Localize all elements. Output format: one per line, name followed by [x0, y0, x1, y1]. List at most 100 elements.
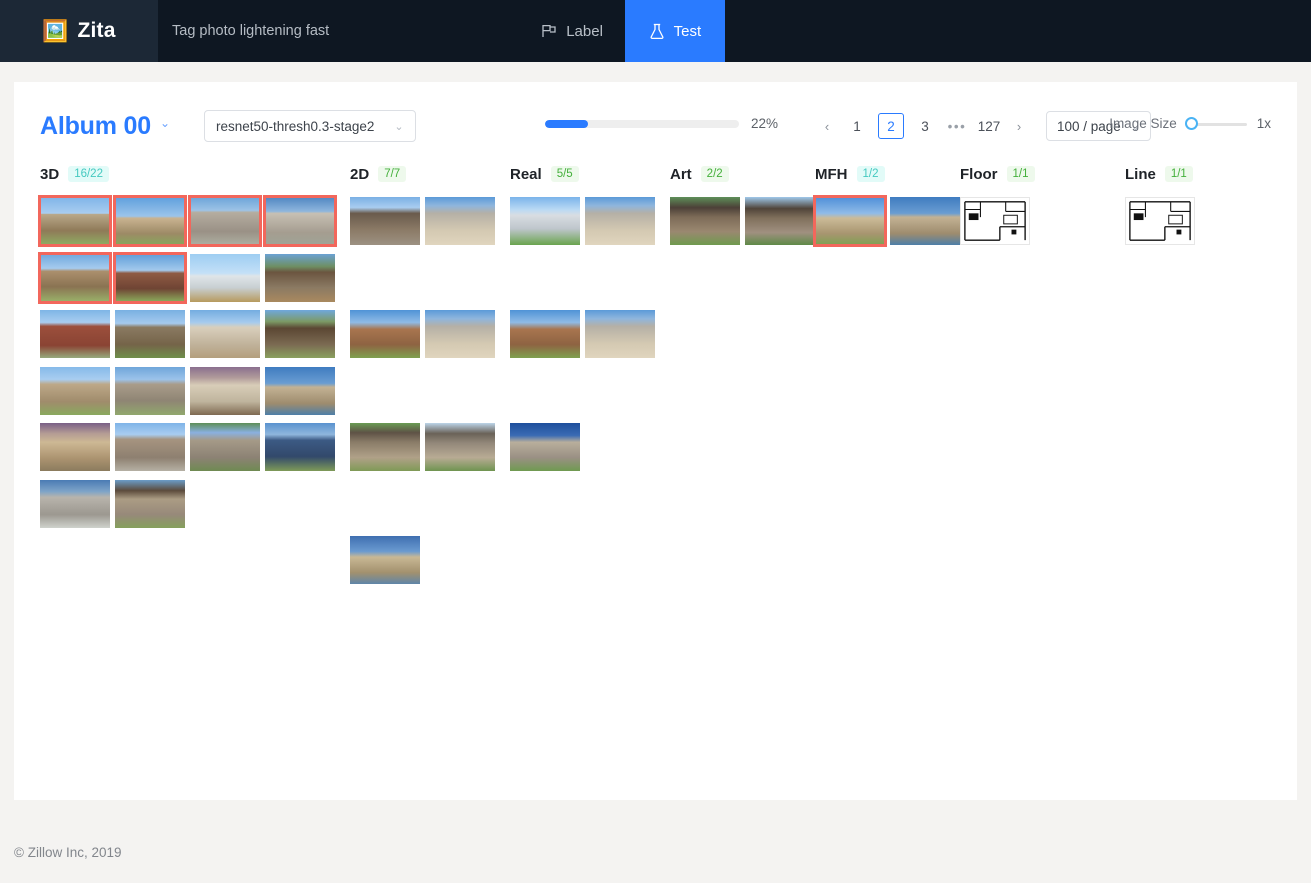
- thumbnail[interactable]: [40, 366, 110, 415]
- thumbnail[interactable]: [40, 479, 110, 528]
- thumbnail[interactable]: [510, 310, 580, 358]
- tag-icon: [541, 23, 557, 39]
- thumbnail[interactable]: [115, 366, 185, 415]
- thumbnail-cell: [40, 476, 110, 528]
- thumbnail-cell: [40, 363, 110, 415]
- category-count-badge: 5/5: [550, 166, 579, 182]
- thumbnail[interactable]: [190, 423, 260, 471]
- thumbnail[interactable]: [425, 310, 495, 358]
- nav-item-test[interactable]: Test: [624, 0, 725, 62]
- thumbnail[interactable]: [265, 423, 335, 471]
- thumbnail[interactable]: [585, 310, 655, 358]
- category-count-badge: 1/1: [1164, 166, 1193, 182]
- thumbnail-cell: [263, 193, 337, 247]
- thumbnail[interactable]: [265, 253, 335, 302]
- thumbnail-selected[interactable]: [38, 195, 112, 247]
- thumbnail-cell: [890, 193, 960, 245]
- thumbnail-cell: [425, 306, 495, 358]
- thumbnail-cell: [745, 193, 815, 245]
- category-count-badge: 1/1: [1006, 166, 1035, 182]
- thumbnail[interactable]: [960, 197, 1030, 245]
- category-header: 3D 16/22: [40, 164, 350, 184]
- thumbnail-cell: [585, 193, 655, 245]
- pagination-ellipsis[interactable]: •••: [942, 119, 972, 134]
- progress-bar-fill: [545, 119, 588, 128]
- thumbnail[interactable]: [350, 310, 420, 358]
- thumbnail-cell: [350, 193, 420, 245]
- thumbnail-selected[interactable]: [113, 195, 187, 247]
- thumbnail[interactable]: [115, 423, 185, 471]
- pagination-page-2[interactable]: 2: [878, 113, 904, 139]
- thumbnail[interactable]: [350, 536, 420, 584]
- content-card: Album 00 ⌄ resnet50-thresh0.3-stage2 ⌄ 2…: [14, 82, 1297, 800]
- thumbnail-cell: [670, 193, 740, 245]
- thumbnail[interactable]: [40, 423, 110, 471]
- model-select[interactable]: resnet50-thresh0.3-stage2 ⌄: [204, 110, 416, 142]
- thumbnail[interactable]: [350, 423, 420, 471]
- thumbnail[interactable]: [1125, 197, 1195, 245]
- pagination-page-3[interactable]: 3: [912, 113, 938, 139]
- thumbnail-selected[interactable]: [113, 251, 187, 304]
- thumbnail[interactable]: [670, 197, 740, 245]
- album-title[interactable]: Album 00: [40, 112, 151, 141]
- category-header: MFH 1/2: [815, 164, 960, 184]
- pagination-prev-icon[interactable]: ‹: [814, 111, 840, 141]
- thumbnail-cell: [425, 193, 495, 245]
- thumbnail-cell: [1125, 193, 1195, 245]
- thumbnail[interactable]: [425, 423, 495, 471]
- thumbnail-cell: [265, 419, 335, 471]
- pagination-page-1[interactable]: 1: [844, 113, 870, 139]
- album-chevron-down-icon[interactable]: ⌄: [160, 116, 170, 130]
- thumbnail[interactable]: [890, 197, 960, 245]
- thumbnail-grid: [670, 193, 815, 613]
- thumbnail[interactable]: [350, 197, 420, 245]
- pagination-page-last[interactable]: 127: [976, 113, 1002, 139]
- image-size-slider[interactable]: [1184, 116, 1247, 131]
- brand-logo[interactable]: 🖼️ Zita: [0, 0, 158, 62]
- slider-knob[interactable]: [1184, 116, 1198, 130]
- thumbnail[interactable]: [115, 310, 185, 358]
- framed-picture-icon: 🖼️: [42, 19, 69, 43]
- thumbnail-cell: [113, 250, 187, 304]
- thumbnail[interactable]: [190, 253, 260, 302]
- flask-icon: [649, 23, 665, 40]
- toolbar: Album 00 ⌄ resnet50-thresh0.3-stage2 ⌄ 2…: [40, 104, 1271, 148]
- thumbnail-selected[interactable]: [188, 195, 262, 247]
- pagination-next-icon[interactable]: ›: [1006, 111, 1032, 141]
- thumbnail-cell: [510, 419, 580, 471]
- category-column-3d: 3D 16/22: [38, 164, 350, 613]
- thumbnail[interactable]: [585, 197, 655, 245]
- thumbnail-cell: [265, 250, 335, 302]
- thumbnail-cell: [190, 363, 260, 415]
- thumbnail[interactable]: [745, 197, 815, 245]
- progress-percent-label: 22%: [751, 116, 779, 131]
- category-name: Line: [1125, 165, 1156, 183]
- thumbnail-selected[interactable]: [263, 195, 337, 247]
- thumbnail-selected[interactable]: [813, 195, 887, 247]
- thumbnail-cell: [190, 306, 260, 358]
- thumbnail[interactable]: [115, 479, 185, 528]
- thumbnail[interactable]: [190, 366, 260, 415]
- thumbnail[interactable]: [510, 197, 580, 245]
- thumbnail-selected[interactable]: [38, 251, 112, 304]
- nav-item-label[interactable]: Label: [519, 0, 625, 62]
- image-size-control: Image Size 1x: [1109, 116, 1271, 131]
- thumbnail-cell: [265, 306, 335, 358]
- category-name: Floor: [960, 165, 998, 183]
- thumbnail-grid: [38, 193, 350, 613]
- category-column-real: Real 5/5: [510, 164, 670, 613]
- thumbnail[interactable]: [265, 310, 335, 358]
- thumbnail[interactable]: [510, 423, 580, 471]
- category-name: 2D: [350, 165, 370, 183]
- thumbnail-cell: [113, 193, 187, 247]
- thumbnail[interactable]: [40, 310, 110, 358]
- thumbnail[interactable]: [190, 310, 260, 358]
- thumbnail-cell: [510, 193, 580, 245]
- category-column-floor: Floor 1/1: [960, 164, 1125, 613]
- thumbnail[interactable]: [425, 197, 495, 245]
- thumbnail[interactable]: [265, 366, 335, 415]
- category-header: Line 1/1: [1125, 164, 1285, 184]
- page-body: Album 00 ⌄ resnet50-thresh0.3-stage2 ⌄ 2…: [0, 62, 1311, 883]
- thumbnail-cell: [350, 532, 420, 584]
- progress-bar[interactable]: [545, 119, 739, 128]
